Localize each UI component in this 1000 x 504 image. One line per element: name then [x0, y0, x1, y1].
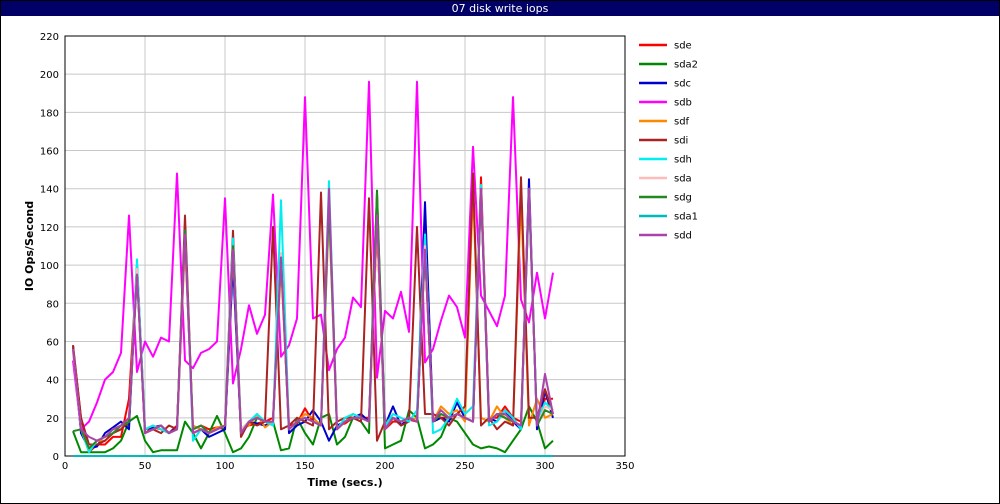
x-axis-ticks: 0 50 100 150 200 250 300 350: [62, 461, 635, 472]
legend-label-sda: sda: [674, 174, 692, 185]
y-tick-label: 40: [46, 376, 59, 387]
x-tick-label: 250: [455, 461, 474, 472]
y-tick-label: 160: [40, 147, 59, 158]
y-tick-label: 20: [46, 414, 59, 425]
y-tick-label: 0: [53, 452, 59, 463]
chart-title: 07 disk write iops: [1, 1, 999, 16]
legend-label-sdf: sdf: [674, 117, 690, 128]
y-tick-label: 220: [40, 32, 59, 43]
y-tick-label: 200: [40, 70, 59, 81]
legend-label-sdh: sdh: [674, 155, 692, 166]
x-tick-label: 300: [535, 461, 554, 472]
legend-label-sdc: sdc: [674, 79, 691, 90]
x-axis-label: Time (secs.): [307, 476, 382, 489]
x-tick-label: 0: [62, 461, 68, 472]
legend-label-sdb: sdb: [674, 98, 692, 109]
y-tick-label: 60: [46, 337, 59, 348]
legend-label-sde: sde: [674, 41, 692, 52]
plot-area: [64, 35, 626, 457]
legend-label-sda1: sda1: [674, 212, 698, 223]
x-tick-label: 50: [139, 461, 152, 472]
grid: [64, 35, 626, 457]
legend-label-sdd: sdd: [674, 231, 692, 242]
y-tick-label: 140: [40, 185, 59, 196]
legend-label-sdg: sdg: [674, 193, 692, 204]
y-axis-label: IO Ops/Second: [23, 201, 36, 291]
y-tick-label: 180: [40, 108, 59, 119]
x-tick-label: 350: [615, 461, 634, 472]
chart-svg: 0 50 100 150 200 250 300 350 0 20 40 60 80 100 120 140…: [23, 32, 698, 489]
y-axis-ticks: 0 20 40 60 80 100 120 140 160 180 200 220: [40, 32, 59, 463]
legend-label-sdi: sdi: [674, 136, 688, 147]
legend: sde sda2 sdc sdb sdf sdi sdh sda sdg sda1 sdd: [639, 41, 698, 242]
y-tick-label: 80: [46, 299, 59, 310]
x-tick-label: 150: [295, 461, 314, 472]
x-tick-label: 200: [375, 461, 394, 472]
y-tick-label: 100: [40, 261, 59, 272]
y-tick-label: 120: [40, 223, 59, 234]
legend-label-sda2: sda2: [674, 60, 698, 71]
chart-window: 07 disk write iops 0 50 100 150 200 250 300 350…: [0, 0, 1000, 504]
x-tick-label: 100: [215, 461, 234, 472]
